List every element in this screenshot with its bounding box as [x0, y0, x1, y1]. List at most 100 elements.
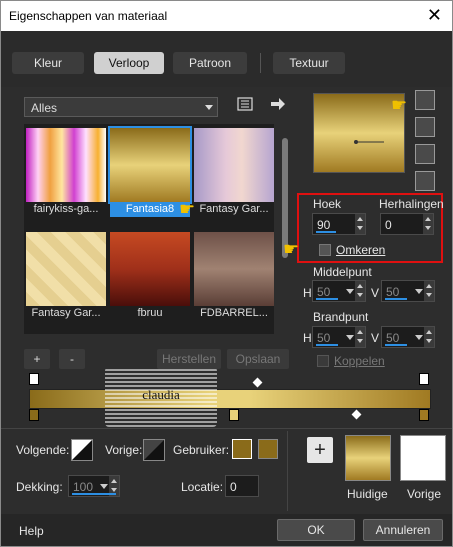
- location-input[interactable]: 0: [225, 475, 259, 497]
- tab-patroon[interactable]: Patroon: [173, 52, 247, 74]
- sunburst-style-icon[interactable]: [415, 171, 435, 191]
- color-stop-marker[interactable]: [419, 409, 429, 421]
- divider: [1, 428, 452, 429]
- add-to-swatches-button[interactable]: +: [307, 437, 333, 463]
- restore-button[interactable]: Herstellen: [157, 349, 221, 369]
- repeats-value: 0: [385, 218, 392, 232]
- chevron-down-icon: [345, 281, 355, 301]
- gallery-item[interactable]: fbruu: [110, 232, 190, 320]
- material-properties-dialog: Eigenschappen van materiaal ✕ Kleur Verl…: [0, 0, 453, 547]
- center-h-label: H: [303, 286, 312, 300]
- angle-stepper[interactable]: [355, 214, 365, 234]
- color-stop-marker[interactable]: [29, 409, 39, 421]
- add-gradient-button[interactable]: +: [24, 349, 50, 369]
- previous-label: Vorige: [407, 487, 442, 501]
- gradient-editor-bar[interactable]: [29, 389, 431, 409]
- linear-style-icon[interactable]: [415, 90, 435, 110]
- rectangular-style-icon[interactable]: [415, 117, 435, 137]
- user-label: Gebruiker:: [173, 443, 230, 457]
- ok-button[interactable]: OK: [277, 519, 355, 541]
- tab-textuur[interactable]: Textuur: [273, 52, 345, 74]
- angle-slider-bar: [316, 231, 336, 233]
- link-checkbox[interactable]: [317, 355, 329, 367]
- angle-input[interactable]: 90: [312, 213, 366, 235]
- center-h-input[interactable]: 50: [312, 280, 366, 302]
- repeats-label: Herhalingen: [379, 197, 444, 211]
- watermark: claudia: [105, 367, 217, 427]
- center-h-stepper[interactable]: [355, 281, 365, 301]
- gallery-item[interactable]: fairykiss-ga...: [26, 128, 106, 216]
- tab-kleur[interactable]: Kleur: [12, 52, 84, 74]
- focal-v-value: 50: [386, 331, 400, 345]
- location-label: Locatie:: [181, 480, 224, 494]
- gallery-item[interactable]: FDBARREL...: [194, 232, 274, 320]
- focal-v-input[interactable]: 50: [381, 326, 435, 348]
- location-value: 0: [230, 480, 237, 494]
- arrow-right-icon[interactable]: [269, 96, 287, 112]
- user-color-swatch-2[interactable]: [258, 439, 278, 459]
- chevron-down-icon: [345, 327, 355, 347]
- repeats-stepper[interactable]: [423, 214, 433, 234]
- divider: [287, 431, 288, 511]
- link-label[interactable]: Koppelen: [334, 354, 385, 368]
- center-v-value: 50: [386, 285, 400, 299]
- opacity-stop-marker[interactable]: [419, 373, 429, 385]
- invert-checkbox[interactable]: [319, 244, 331, 256]
- invert-label[interactable]: Omkeren: [336, 243, 385, 257]
- user-color-swatch[interactable]: [232, 439, 252, 459]
- color-stop-marker[interactable]: [229, 409, 239, 421]
- focal-v-bar: [385, 344, 407, 346]
- current-label: Huidige: [347, 487, 388, 501]
- gallery-item[interactable]: Fantasy Gar...: [26, 232, 106, 320]
- center-h-bar: [316, 298, 338, 300]
- close-icon[interactable]: ✕: [427, 5, 442, 26]
- save-gradient-button[interactable]: Opslaan: [227, 349, 289, 369]
- focal-h-bar: [316, 344, 338, 346]
- current-swatch[interactable]: [345, 435, 391, 481]
- gradient-swatch: [194, 232, 274, 306]
- next-stop-swatch[interactable]: [71, 439, 93, 461]
- gradient-swatch: [110, 232, 190, 306]
- center-v-input[interactable]: 50: [381, 280, 435, 302]
- midpoint-marker[interactable]: [351, 409, 362, 420]
- focal-v-stepper[interactable]: [424, 327, 434, 347]
- next-stop-label: Volgende:: [16, 443, 70, 457]
- chevron-down-icon: [414, 327, 424, 347]
- gallery-item[interactable]: Fantasy Gar...: [194, 128, 274, 216]
- gallery-item-label: Fantasia8: [110, 203, 190, 217]
- category-dropdown[interactable]: Alles: [24, 97, 218, 117]
- midpoint-marker[interactable]: [252, 377, 263, 388]
- center-label: Middelpunt: [313, 265, 372, 279]
- angle-label: Hoek: [313, 197, 342, 211]
- center-v-bar: [385, 298, 407, 300]
- focal-v-label: V: [371, 331, 380, 345]
- gallery-item-label: Fantasy Gar...: [199, 203, 269, 215]
- watermark-text: claudia: [142, 387, 180, 402]
- remove-gradient-button[interactable]: -: [59, 349, 85, 369]
- repeats-input[interactable]: 0: [380, 213, 434, 235]
- gradient-swatch: [194, 128, 274, 202]
- opacity-bar: [72, 493, 116, 495]
- center-h-value: 50: [317, 285, 331, 299]
- gallery-item-label: fbruu: [137, 307, 163, 319]
- pointing-hand-icon: ☛: [179, 199, 196, 219]
- radial-style-icon[interactable]: [415, 144, 435, 164]
- cancel-button[interactable]: Annuleren: [363, 519, 443, 541]
- focal-h-stepper[interactable]: [355, 327, 365, 347]
- focal-h-input[interactable]: 50: [312, 326, 366, 348]
- focal-h-value: 50: [317, 331, 331, 345]
- prev-stop-swatch[interactable]: [143, 439, 165, 461]
- gradient-gallery: fairykiss-ga... Fantasia8 Fantasy Gar...…: [24, 124, 274, 334]
- opacity-input[interactable]: 100: [68, 475, 120, 497]
- library-menu-icon[interactable]: [237, 97, 253, 111]
- tab-verloop[interactable]: Verloop: [94, 52, 164, 74]
- center-v-stepper[interactable]: [424, 281, 434, 301]
- help-link[interactable]: Help: [19, 524, 44, 538]
- opacity-stop-marker[interactable]: [29, 373, 39, 385]
- opacity-value: 100: [73, 480, 94, 494]
- gallery-scrollbar[interactable]: [279, 124, 291, 334]
- previous-swatch[interactable]: [400, 435, 446, 481]
- gallery-item[interactable]: Fantasia8: [108, 126, 192, 217]
- gallery-item-label: Fantasy Gar...: [31, 307, 101, 319]
- gradient-swatch: [26, 128, 106, 202]
